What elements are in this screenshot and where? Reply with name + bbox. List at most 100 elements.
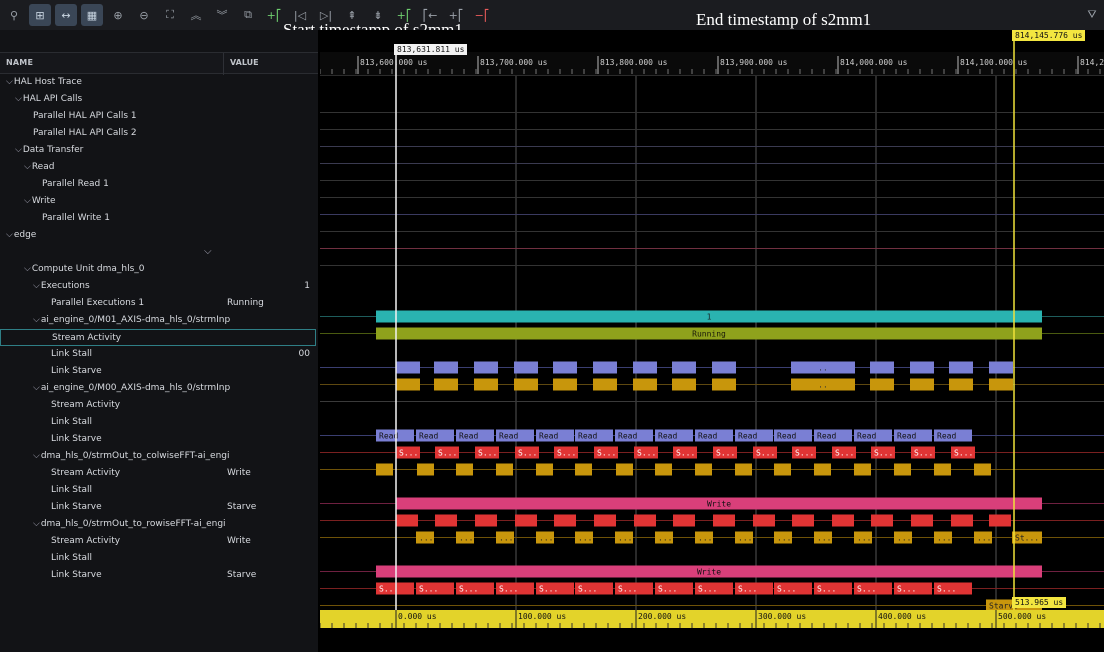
- trace-event-bar[interactable]: [396, 378, 420, 391]
- chevron-down-icon[interactable]: ⌵: [6, 230, 13, 240]
- trace-event-bar[interactable]: [949, 378, 973, 391]
- trace-event-bar[interactable]: [616, 463, 633, 476]
- trace-event-bar[interactable]: [870, 378, 894, 391]
- chevron-down-icon[interactable]: ⌵: [33, 315, 40, 325]
- trace-event-bar[interactable]: [832, 514, 854, 527]
- trace-event-bar[interactable]: [989, 361, 1013, 374]
- chevron-down-icon[interactable]: ⌵: [33, 383, 40, 393]
- trace-event-bar[interactable]: [553, 378, 577, 391]
- trace-event-bar[interactable]: [951, 514, 973, 527]
- tree-row[interactable]: Link Stall: [0, 550, 316, 567]
- search-icon[interactable]: ⚲: [3, 4, 25, 26]
- trace-event-bar[interactable]: [396, 514, 418, 527]
- zoom-out-icon[interactable]: ⊖: [133, 4, 155, 26]
- column-divider[interactable]: [223, 53, 224, 75]
- trace-event-bar[interactable]: [435, 514, 457, 527]
- add-marker-icon[interactable]: +⎡: [263, 4, 285, 26]
- trace-event-bar[interactable]: [673, 514, 695, 527]
- trace-event-bar[interactable]: [672, 378, 696, 391]
- trace-event-bar[interactable]: [633, 378, 657, 391]
- trace-event-bar[interactable]: [633, 361, 657, 374]
- trace-event-bar[interactable]: [593, 378, 617, 391]
- trace-event-bar[interactable]: [536, 463, 553, 476]
- tree-row[interactable]: ⌵Executions 1: [0, 278, 316, 295]
- trace-event-bar[interactable]: [634, 514, 656, 527]
- trace-event-bar[interactable]: [474, 378, 498, 391]
- trace-event-bar[interactable]: [376, 463, 393, 476]
- tree-row[interactable]: Link Stall: [0, 414, 316, 431]
- tree-row[interactable]: ⌵dma_hls_0/strmOut_to_colwiseFFT-ai_engi: [0, 448, 316, 465]
- trace-event-bar[interactable]: [417, 463, 434, 476]
- filter-icon[interactable]: ⛛: [1081, 4, 1103, 26]
- bottom-time-ruler[interactable]: 0.000 us 100.000 us 200.000 us 300.000 us 40…: [319, 610, 1104, 628]
- trace-event-bar[interactable]: [774, 463, 791, 476]
- tree-row[interactable]: Stream Activity: [0, 329, 316, 346]
- tree-row[interactable]: Parallel Executions 1 Running: [0, 295, 316, 312]
- trace-event-bar[interactable]: [911, 514, 933, 527]
- trace-event-bar[interactable]: [496, 463, 513, 476]
- trace-event-bar[interactable]: [753, 514, 775, 527]
- tree-row[interactable]: ⌵Compute Unit dma_hls_0: [0, 261, 316, 278]
- trace-event-bar[interactable]: [695, 463, 712, 476]
- tree-row[interactable]: ⌵Data Transfer: [0, 142, 316, 159]
- tree-row[interactable]: Link Starve Starve: [0, 567, 316, 584]
- trace-event-bar[interactable]: [989, 514, 1011, 527]
- tree-row[interactable]: Parallel Read 1: [0, 176, 316, 193]
- trace-event-bar[interactable]: [456, 463, 473, 476]
- trace-event-bar[interactable]: [712, 361, 736, 374]
- trace-event-bar[interactable]: [593, 361, 617, 374]
- trace-event-bar[interactable]: [434, 378, 458, 391]
- trace-event-bar[interactable]: [854, 463, 871, 476]
- trace-event-bar[interactable]: [554, 514, 576, 527]
- chevron-down-icon[interactable]: ︾: [211, 4, 233, 26]
- chevron-down-icon[interactable]: ⌵: [6, 77, 13, 87]
- trace-event-bar[interactable]: [934, 463, 951, 476]
- trace-event-bar[interactable]: [575, 463, 592, 476]
- tree-row[interactable]: ⌵Read: [0, 159, 316, 176]
- trace-event-bar[interactable]: [792, 514, 814, 527]
- tree-row[interactable]: Link Starve Starve: [0, 499, 316, 516]
- tree-row[interactable]: ⌵HAL API Calls: [0, 91, 316, 108]
- trace-event-bar[interactable]: [989, 378, 1013, 391]
- trace-event-bar[interactable]: [672, 361, 696, 374]
- tree-row[interactable]: ⌵ai_engine_0/M01_AXIS-dma_hls_0/strmInp: [0, 312, 316, 329]
- chevron-down-icon[interactable]: ⌵: [24, 162, 31, 172]
- chevron-down-icon[interactable]: ⌵: [24, 264, 31, 274]
- trace-event-bar[interactable]: [434, 361, 458, 374]
- remove-range-icon[interactable]: −⎡: [471, 4, 493, 26]
- tree-row[interactable]: Stream Activity Write: [0, 465, 316, 482]
- hierarchy-icon[interactable]: ⊞: [29, 4, 51, 26]
- trace-event-bar[interactable]: [553, 361, 577, 374]
- trace-event-bar[interactable]: [949, 361, 973, 374]
- tree-row[interactable]: Link Starve: [0, 363, 316, 380]
- tree-row[interactable]: ⌵dma_hls_0/strmOut_to_rowiseFFT-ai_engi: [0, 516, 316, 533]
- tree-row[interactable]: Link Stall: [0, 482, 316, 499]
- waveform-area[interactable]: 813,600.000 us 813,700.000 us 813,800.000 …: [319, 30, 1104, 652]
- trace-event-bar[interactable]: [713, 514, 735, 527]
- trace-event-bar[interactable]: [894, 463, 911, 476]
- tree-row[interactable]: Parallel HAL API Calls 1: [0, 108, 316, 125]
- chevron-down-icon[interactable]: ⌵: [24, 196, 31, 206]
- trace-event-bar[interactable]: [735, 463, 752, 476]
- trace-event-bar[interactable]: [474, 361, 498, 374]
- chevron-down-icon[interactable]: ⌵: [15, 145, 22, 155]
- tree-row[interactable]: Link Stall 00: [0, 346, 316, 363]
- trace-event-bar[interactable]: [655, 463, 672, 476]
- trace-event-bar[interactable]: [910, 378, 934, 391]
- zoom-in-icon[interactable]: ⊕: [107, 4, 129, 26]
- tree-row[interactable]: ⌵ai_engine_0/M00_AXIS-dma_hls_0/strmInp: [0, 380, 316, 397]
- trace-event-bar[interactable]: [871, 514, 893, 527]
- trace-event-bar[interactable]: [515, 514, 537, 527]
- expand-icon[interactable]: ⛶: [159, 4, 181, 26]
- view-icon[interactable]: ⧉: [237, 4, 259, 26]
- value-column-header[interactable]: VALUE: [230, 58, 259, 67]
- trace-event-bar[interactable]: [594, 514, 616, 527]
- trace-event-bar[interactable]: [475, 514, 497, 527]
- name-column-header[interactable]: NAME: [6, 58, 33, 67]
- trace-event-bar[interactable]: [870, 361, 894, 374]
- trace-event-bar[interactable]: [514, 361, 538, 374]
- tree-row[interactable]: Link Starve: [0, 431, 316, 448]
- tree-row[interactable]: Stream Activity Write: [0, 533, 316, 550]
- chevron-down-icon[interactable]: ⌵: [33, 519, 40, 529]
- trace-event-bar[interactable]: [974, 463, 991, 476]
